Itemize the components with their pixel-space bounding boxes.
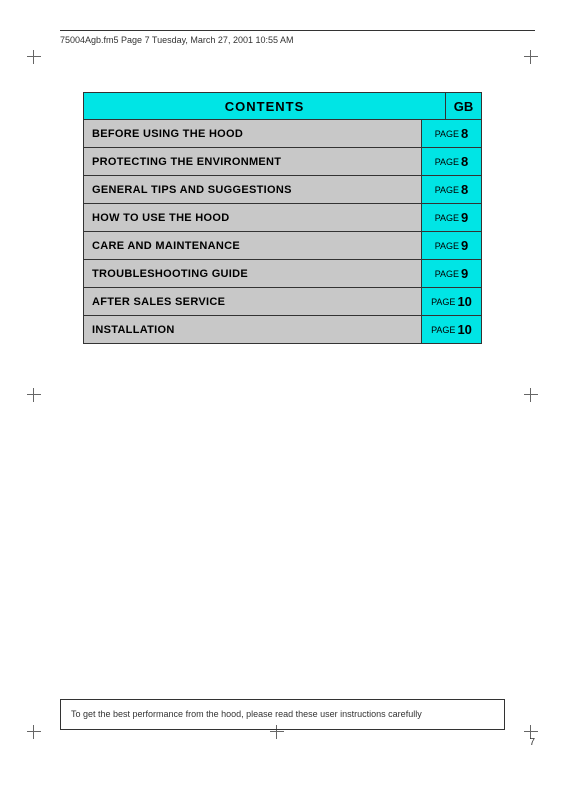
toc-page: PAGE9 [421, 260, 481, 287]
cross-mark-bot-left [27, 725, 41, 739]
toc-page: PAGE10 [421, 288, 481, 315]
toc-label: BEFORE USING THE HOOD [84, 120, 421, 147]
page-word: PAGE [431, 325, 455, 335]
cross-mark-top-right [524, 50, 538, 64]
page-word: PAGE [435, 185, 459, 195]
page-word: PAGE [435, 241, 459, 251]
cross-mark-top-left [27, 50, 41, 64]
toc-page: PAGE9 [421, 232, 481, 259]
page-word: PAGE [431, 297, 455, 307]
toc-page: PAGE10 [421, 316, 481, 343]
contents-title: CONTENTS [84, 93, 445, 119]
toc-page: PAGE8 [421, 120, 481, 147]
page-word: PAGE [435, 269, 459, 279]
toc-label: HOW TO USE THE HOOD [84, 204, 421, 231]
toc-page: PAGE8 [421, 176, 481, 203]
contents-gb-label: GB [445, 93, 481, 119]
header-bar: 75004Agb.fm5 Page 7 Tuesday, March 27, 2… [60, 30, 535, 45]
cross-mark-mid-right [524, 388, 538, 402]
toc-row: BEFORE USING THE HOODPAGE8 [83, 120, 482, 148]
footer-note: To get the best performance from the hoo… [60, 699, 505, 730]
toc-page: PAGE9 [421, 204, 481, 231]
toc-row: INSTALLATIONPAGE10 [83, 316, 482, 344]
toc-label: GENERAL TIPS AND SUGGESTIONS [84, 176, 421, 203]
contents-table: CONTENTS GB BEFORE USING THE HOODPAGE8PR… [83, 92, 482, 344]
page-word: PAGE [435, 129, 459, 139]
toc-row: CARE AND MAINTENANCEPAGE9 [83, 232, 482, 260]
page-num: 9 [461, 210, 468, 225]
toc-row: GENERAL TIPS AND SUGGESTIONSPAGE8 [83, 176, 482, 204]
page-num: 10 [457, 294, 471, 309]
page-num: 9 [461, 238, 468, 253]
header-text: 75004Agb.fm5 Page 7 Tuesday, March 27, 2… [60, 35, 294, 45]
page: 75004Agb.fm5 Page 7 Tuesday, March 27, 2… [0, 0, 565, 800]
toc-label: AFTER SALES SERVICE [84, 288, 421, 315]
toc-label: CARE AND MAINTENANCE [84, 232, 421, 259]
toc-label: PROTECTING THE ENVIRONMENT [84, 148, 421, 175]
toc-row: AFTER SALES SERVICEPAGE10 [83, 288, 482, 316]
toc-row: HOW TO USE THE HOODPAGE9 [83, 204, 482, 232]
cross-mark-mid-left [27, 388, 41, 402]
toc-label: INSTALLATION [84, 316, 421, 343]
page-num: 8 [461, 154, 468, 169]
page-num: 8 [461, 182, 468, 197]
page-word: PAGE [435, 157, 459, 167]
toc-page: PAGE8 [421, 148, 481, 175]
page-num: 8 [461, 126, 468, 141]
contents-header-row: CONTENTS GB [83, 92, 482, 120]
page-word: PAGE [435, 213, 459, 223]
page-num: 9 [461, 266, 468, 281]
toc-row: TROUBLESHOOTING GUIDEPAGE9 [83, 260, 482, 288]
page-number: 7 [529, 737, 535, 748]
page-num: 10 [457, 322, 471, 337]
toc-label: TROUBLESHOOTING GUIDE [84, 260, 421, 287]
toc-row: PROTECTING THE ENVIRONMENTPAGE8 [83, 148, 482, 176]
toc-rows-container: BEFORE USING THE HOODPAGE8PROTECTING THE… [83, 120, 482, 344]
